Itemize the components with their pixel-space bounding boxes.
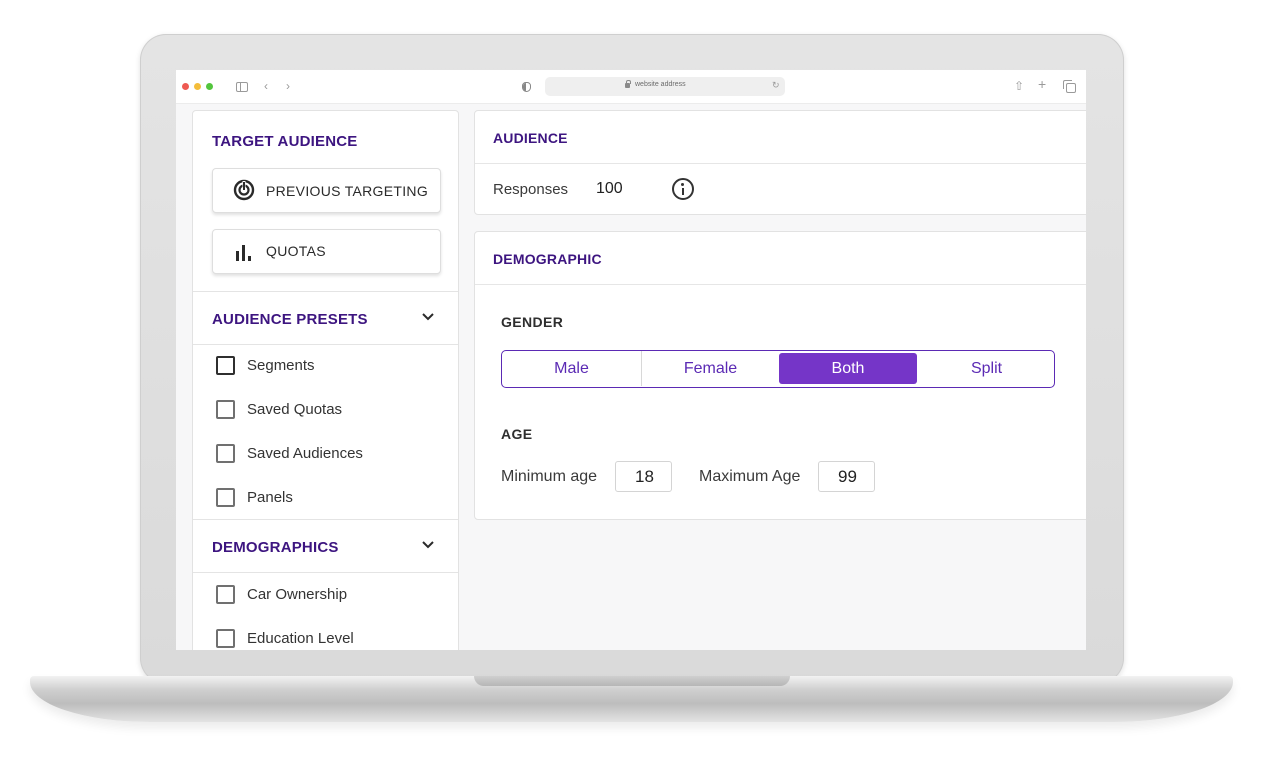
checkbox-label: Panels <box>247 489 293 506</box>
responses-value[interactable]: 100 <box>596 180 623 198</box>
checkbox[interactable] <box>216 444 235 463</box>
checkbox[interactable] <box>216 356 235 375</box>
audience-presets-title: AUDIENCE PRESETS <box>212 311 368 328</box>
demographics-title: DEMOGRAPHICS <box>212 539 339 556</box>
sidebar-title: TARGET AUDIENCE <box>212 133 358 150</box>
close-window-button[interactable] <box>182 83 189 90</box>
zoom-window-button[interactable] <box>206 83 213 90</box>
lock-icon <box>625 80 631 88</box>
checkbox[interactable] <box>216 585 235 604</box>
reload-icon[interactable]: ↻ <box>772 80 780 91</box>
age-title: AGE <box>501 426 533 442</box>
audience-title: AUDIENCE <box>493 130 568 146</box>
gender-option-female[interactable]: Female <box>641 351 779 386</box>
new-tab-icon[interactable]: + <box>1038 77 1046 91</box>
checkbox-label: Saved Audiences <box>247 445 363 462</box>
bar-chart-icon <box>236 245 251 261</box>
chevron-down-icon[interactable] <box>421 310 435 324</box>
audience-card: AUDIENCE Responses 100 <box>474 110 1086 215</box>
chevron-down-icon[interactable] <box>421 538 435 552</box>
gender-option-both[interactable]: Both <box>779 353 917 384</box>
checkbox-label: Segments <box>247 357 315 374</box>
back-icon[interactable]: ‹ <box>264 79 268 93</box>
minimum-age-label: Minimum age <box>501 468 598 485</box>
tabs-icon[interactable] <box>1063 80 1076 93</box>
checkbox[interactable] <box>216 400 235 419</box>
previous-targeting-label: PREVIOUS TARGETING <box>266 183 429 199</box>
demographic-title: DEMOGRAPHIC <box>493 251 602 267</box>
laptop-notch <box>474 676 790 686</box>
gender-option-male[interactable]: Male <box>502 351 641 386</box>
share-icon[interactable]: ⇧ <box>1014 79 1024 93</box>
checkbox[interactable] <box>216 488 235 507</box>
checkbox-label: Car Ownership <box>247 586 348 603</box>
audience-card-header: AUDIENCE <box>475 111 1086 164</box>
gender-option-split[interactable]: Split <box>917 351 1054 386</box>
minimum-age-input[interactable]: 18 <box>615 461 672 492</box>
quotas-label: QUOTAS <box>266 243 326 259</box>
target-icon <box>233 179 255 201</box>
audience-presets-header[interactable]: AUDIENCE PRESETS <box>193 291 458 345</box>
maximum-age-input[interactable]: 99 <box>818 461 875 492</box>
address-bar[interactable]: website address ↻ <box>545 77 785 96</box>
target-audience-sidebar: TARGET AUDIENCE PREVIOUS TARGETING QUOTA… <box>192 110 459 650</box>
checkbox-label: Education Level <box>247 630 354 647</box>
info-icon[interactable] <box>672 178 694 200</box>
demographic-card-header: DEMOGRAPHIC <box>475 232 1086 285</box>
previous-targeting-button[interactable]: PREVIOUS TARGETING <box>212 168 441 213</box>
gender-title: GENDER <box>501 314 564 330</box>
screen: ‹ › website address ↻ ⇧ + TARGET AUDIENC… <box>176 70 1086 650</box>
checkbox[interactable] <box>216 629 235 648</box>
demographics-header[interactable]: DEMOGRAPHICS <box>193 519 458 573</box>
gender-segmented-control: Male Female Both Split <box>501 350 1055 388</box>
quotas-button[interactable]: QUOTAS <box>212 229 441 274</box>
shield-icon[interactable] <box>522 82 531 92</box>
maximum-age-label: Maximum Age <box>699 468 801 485</box>
forward-icon[interactable]: › <box>286 79 290 93</box>
sidebar-icon[interactable] <box>236 82 248 92</box>
browser-toolbar: ‹ › website address ↻ ⇧ + <box>176 70 1086 104</box>
responses-label: Responses <box>493 181 569 198</box>
demographic-card: DEMOGRAPHIC GENDER Male Female Both Spli… <box>474 231 1086 520</box>
checkbox-label: Saved Quotas <box>247 401 343 418</box>
minimize-window-button[interactable] <box>194 83 201 90</box>
address-text: website address <box>635 81 686 88</box>
